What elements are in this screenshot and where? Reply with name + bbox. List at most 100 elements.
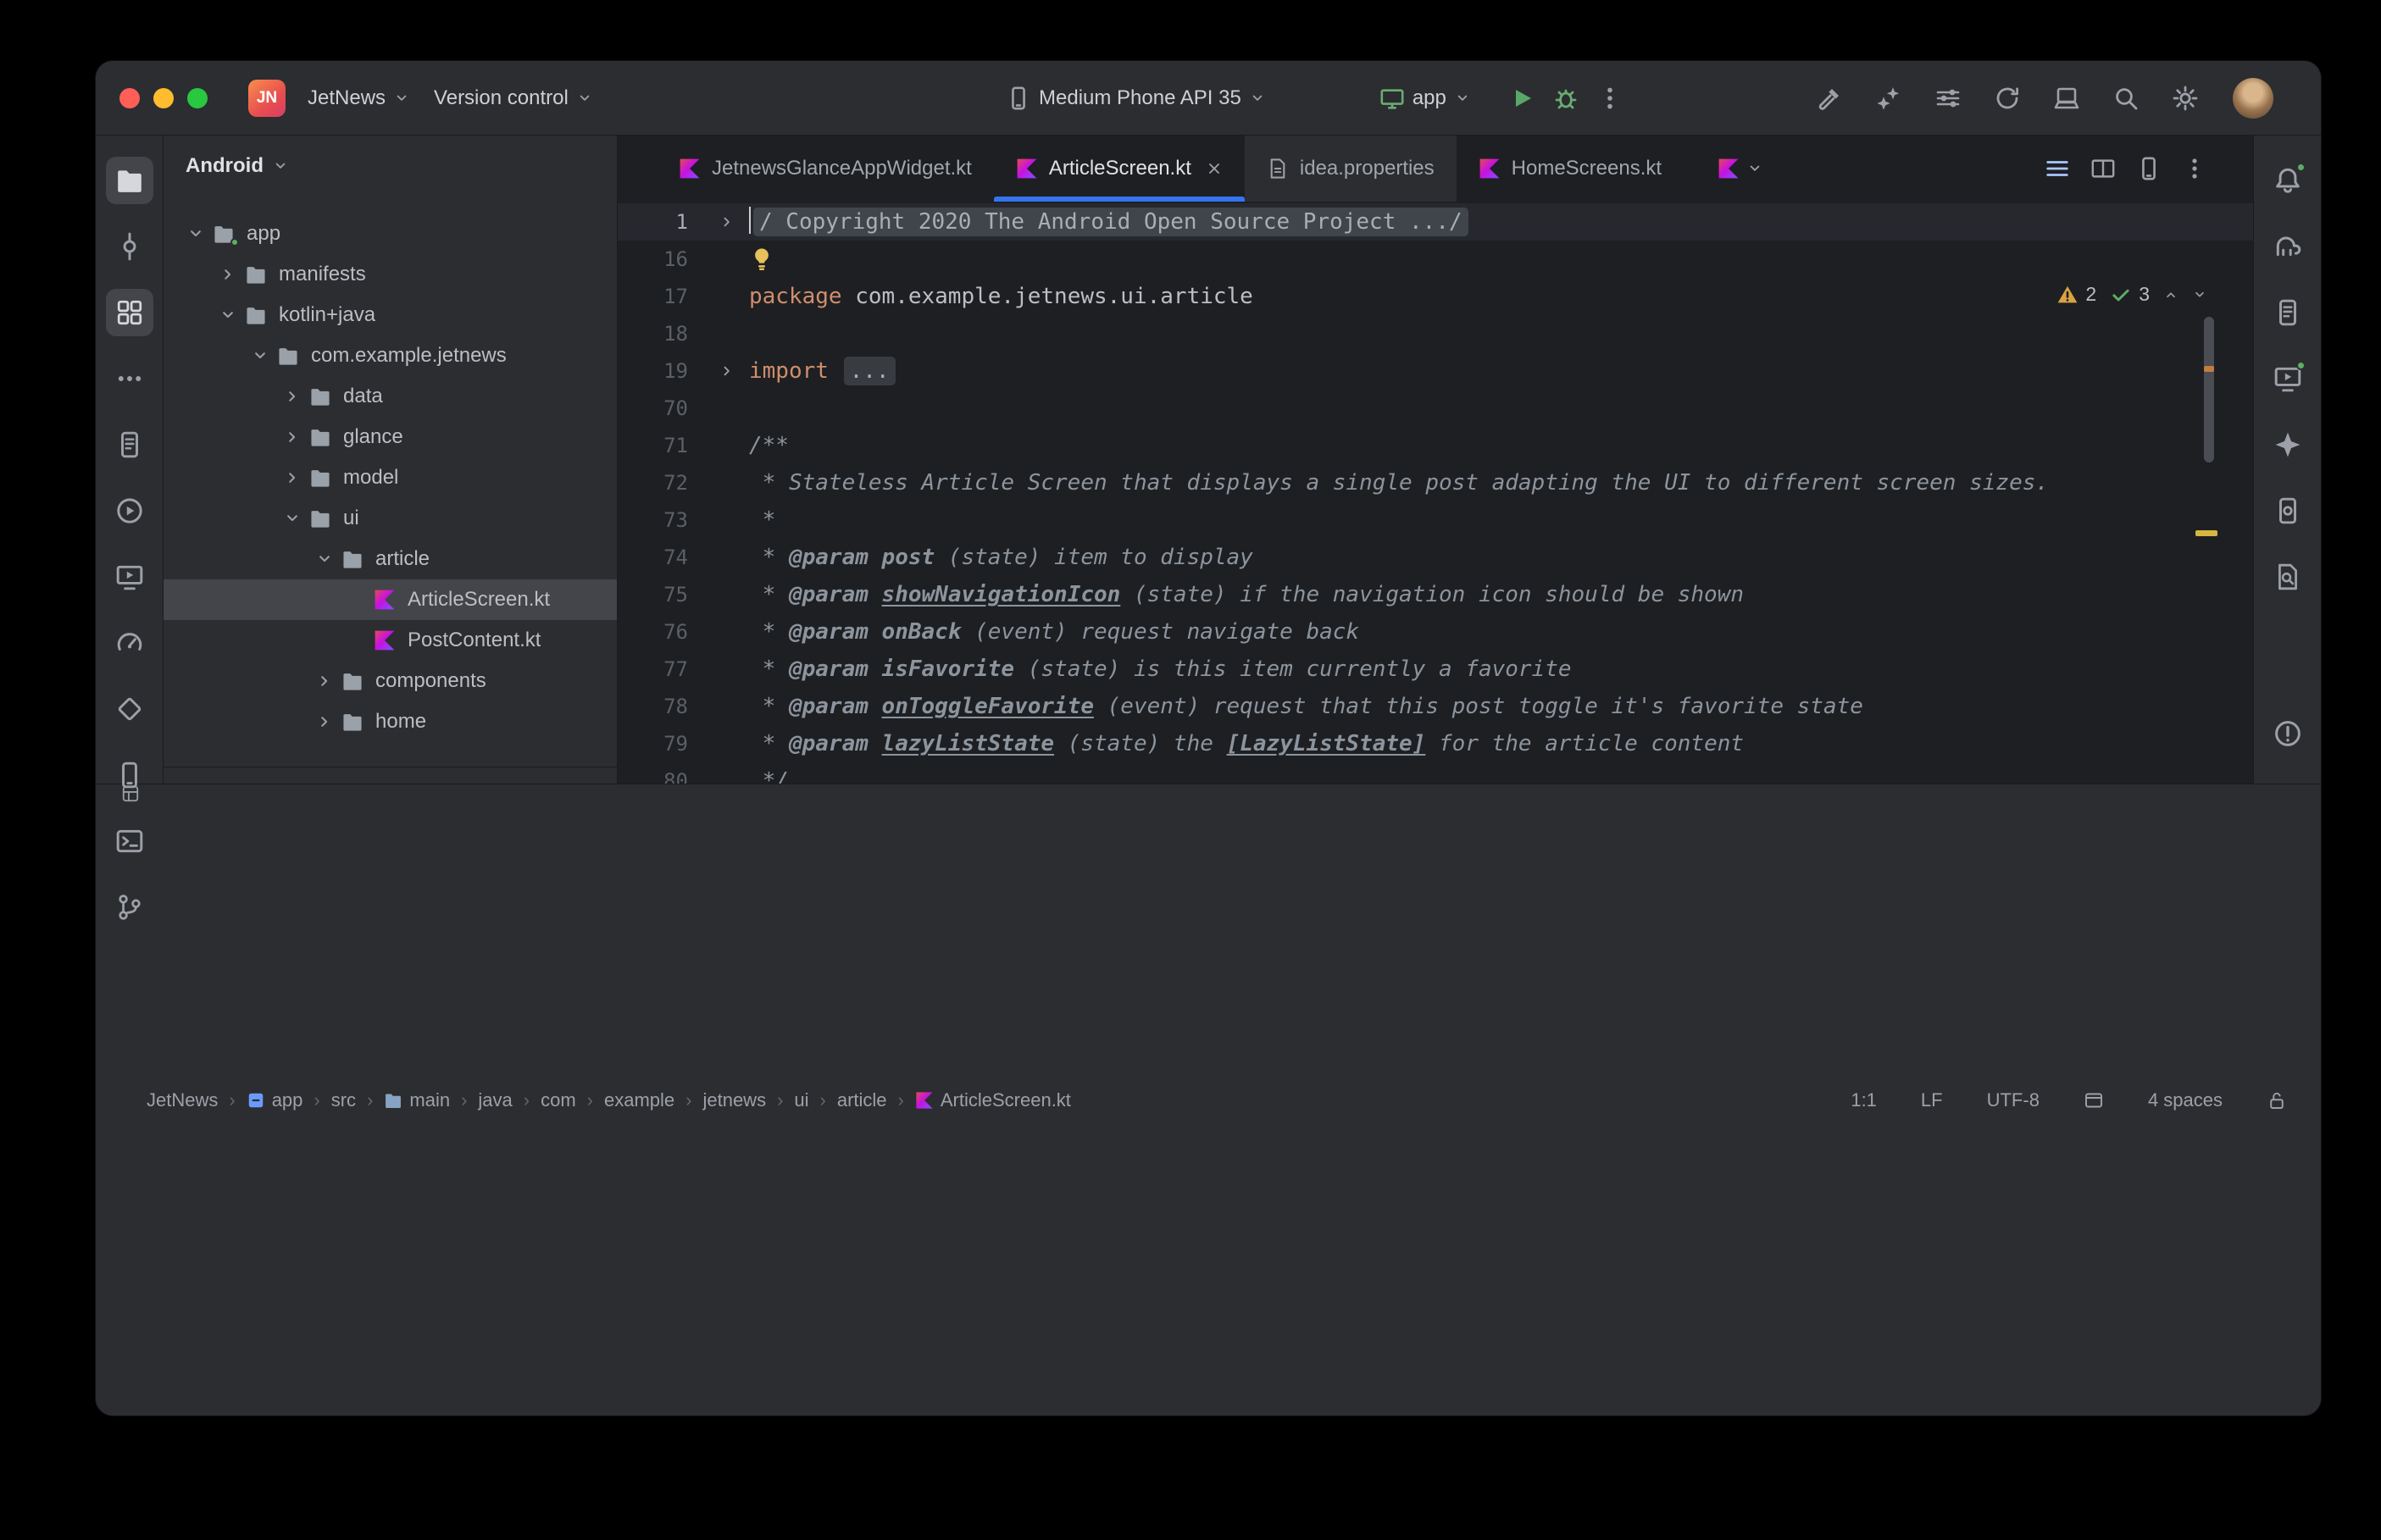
code-line-74[interactable]: 74 * @param post (state) item to display <box>618 539 2253 576</box>
avatar[interactable] <box>2233 78 2273 119</box>
running-devices-icon[interactable] <box>106 553 153 601</box>
code-line-76[interactable]: 76 * @param onBack (event) request navig… <box>618 613 2253 651</box>
project-item-articlescreen-kt[interactable]: ArticleScreen.kt <box>164 579 617 620</box>
project-icon[interactable] <box>106 157 153 204</box>
editor-scrollbar[interactable] <box>2204 317 2214 463</box>
device-preview-icon[interactable] <box>2136 156 2162 181</box>
app-quality-insights-icon[interactable] <box>106 685 153 733</box>
editor-panel-icon[interactable] <box>2084 1090 2104 1111</box>
passed-count[interactable]: 3 <box>2110 283 2150 306</box>
sync-project-icon[interactable] <box>1989 80 2026 117</box>
device-manager-icon[interactable] <box>106 751 153 799</box>
code-line-16[interactable]: 16 <box>618 241 2253 278</box>
project-item-com-example-jetnews[interactable]: com.example.jetnews <box>164 335 617 376</box>
project-panel-header[interactable]: Android <box>164 136 617 197</box>
next-issue-icon[interactable] <box>2192 287 2207 302</box>
ai-assistant-icon[interactable] <box>1870 80 1907 117</box>
running-devices-icon[interactable] <box>2264 355 2312 402</box>
structure-icon[interactable] <box>106 289 153 336</box>
code-line-79[interactable]: 79 * @param lazyListState (state) the [L… <box>618 725 2253 762</box>
caret-position[interactable]: 1:1 <box>1851 1089 1877 1111</box>
fold-arrow-icon[interactable] <box>719 203 735 241</box>
breadcrumb-article[interactable]: article <box>837 1089 887 1111</box>
split-editor-icon[interactable] <box>2090 156 2116 181</box>
vcs-widget[interactable]: Version control <box>424 78 603 119</box>
debug-button[interactable] <box>1547 80 1585 117</box>
code-line-71[interactable]: 71/** <box>618 427 2253 464</box>
warnings-count[interactable]: 2 <box>2056 283 2096 306</box>
tab-jetnewsglanceappwidget-kt[interactable]: JetnewsGlanceAppWidget.kt <box>657 136 994 202</box>
notifications-icon[interactable] <box>2264 157 2312 204</box>
breadcrumb-ui[interactable]: ui <box>794 1089 808 1111</box>
project-item-postcontent-kt[interactable]: PostContent.kt <box>164 620 617 661</box>
breadcrumb-app[interactable]: app <box>247 1089 303 1111</box>
intention-bulb-icon[interactable] <box>749 246 774 271</box>
code-editor[interactable]: 1/ Copyright 2020 The Android Open Sourc… <box>618 202 2253 784</box>
line-separator[interactable]: LF <box>1921 1089 1943 1111</box>
search-everywhere-icon[interactable] <box>2107 80 2145 117</box>
code-line-75[interactable]: 75 * @param showNavigationIcon (state) i… <box>618 576 2253 613</box>
project-item-data[interactable]: data <box>164 376 617 417</box>
tab-homescreens-kt[interactable]: HomeScreens.kt <box>1457 136 1684 202</box>
project-item-glance[interactable]: glance <box>164 417 617 457</box>
breadcrumb-java[interactable]: java <box>478 1089 512 1111</box>
commit-icon[interactable] <box>106 223 153 270</box>
run-icon[interactable] <box>106 487 153 535</box>
project-widget[interactable]: JetNews <box>297 78 420 119</box>
device-mirror-icon[interactable] <box>2048 80 2085 117</box>
breadcrumb-articlescreen-kt[interactable]: ArticleScreen.kt <box>915 1089 1071 1111</box>
device-manager-icon[interactable] <box>2264 487 2312 535</box>
breadcrumb-src[interactable]: src <box>331 1089 356 1111</box>
project-item-kotlin-java[interactable]: kotlin+java <box>164 295 617 335</box>
tab-articlescreen-kt[interactable]: ArticleScreen.kt <box>994 136 1245 202</box>
breadcrumb-jetnews[interactable]: JetNews <box>121 784 218 1415</box>
settings-icon[interactable] <box>2167 80 2204 117</box>
code-line-72[interactable]: 72 * Stateless Article Screen that displ… <box>618 464 2253 501</box>
code-line-80[interactable]: 80 */ <box>618 762 2253 784</box>
more-run-actions-icon[interactable] <box>1591 80 1629 117</box>
project-item-home[interactable]: home <box>164 701 617 742</box>
breadcrumb-example[interactable]: example <box>604 1089 674 1111</box>
device-selector[interactable]: Medium Phone API 35 <box>996 77 1276 119</box>
code-line-1[interactable]: 1/ Copyright 2020 The Android Open Sourc… <box>618 203 2253 241</box>
previous-issue-icon[interactable] <box>2163 287 2178 302</box>
terminal-icon[interactable] <box>106 817 153 865</box>
encoding[interactable]: UTF-8 <box>1987 1089 2040 1111</box>
tab-idea-properties[interactable]: idea.properties <box>1245 136 1457 202</box>
code-line-70[interactable]: 70 <box>618 390 2253 427</box>
build-icon[interactable] <box>1811 80 1848 117</box>
logcat-icon[interactable] <box>106 421 153 468</box>
code-line-77[interactable]: 77 * @param isFavorite (state) is this i… <box>618 651 2253 688</box>
project-item-model[interactable]: model <box>164 457 617 498</box>
app-insights-icon[interactable] <box>2264 553 2312 601</box>
fold-arrow-icon[interactable] <box>719 352 735 390</box>
sliders-icon[interactable] <box>1929 80 1967 117</box>
project-item-article[interactable]: article <box>164 539 617 579</box>
hidden-tabs-dropdown[interactable] <box>1718 136 1763 202</box>
code-line-17[interactable]: 17package com.example.jetnews.ui.article <box>618 278 2253 315</box>
zoom-window-button[interactable] <box>187 88 208 108</box>
tab-list-icon[interactable] <box>2045 156 2070 181</box>
code-line-19[interactable]: 19import ... <box>618 352 2253 390</box>
project-item-components[interactable]: components <box>164 661 617 701</box>
more-options-icon[interactable] <box>2182 156 2207 181</box>
breadcrumb-main[interactable]: main <box>384 1089 450 1111</box>
gemini-icon[interactable] <box>2264 421 2312 468</box>
problems-icon[interactable] <box>2264 710 2312 757</box>
run-configuration-selector[interactable]: app <box>1369 77 1481 119</box>
gradle-icon[interactable] <box>2264 223 2312 270</box>
project-item-ui[interactable]: ui <box>164 498 617 539</box>
code-line-73[interactable]: 73 * <box>618 501 2253 539</box>
breadcrumb-com[interactable]: com <box>541 1089 576 1111</box>
version-control-icon[interactable] <box>106 884 153 931</box>
readonly-lock-icon[interactable] <box>2267 1090 2287 1111</box>
profiler-icon[interactable] <box>106 619 153 667</box>
inspections-widget[interactable]: 2 3 <box>2056 283 2207 306</box>
breadcrumb-jetnews[interactable]: jetnews <box>702 1089 766 1111</box>
device-explorer-icon[interactable] <box>2264 289 2312 336</box>
minimize-window-button[interactable] <box>153 88 174 108</box>
code-line-18[interactable]: 18 <box>618 315 2253 352</box>
more-tool-windows-icon[interactable] <box>106 355 153 402</box>
indent-setting[interactable]: 4 spaces <box>2148 1089 2223 1111</box>
project-item-app[interactable]: app <box>164 213 617 254</box>
